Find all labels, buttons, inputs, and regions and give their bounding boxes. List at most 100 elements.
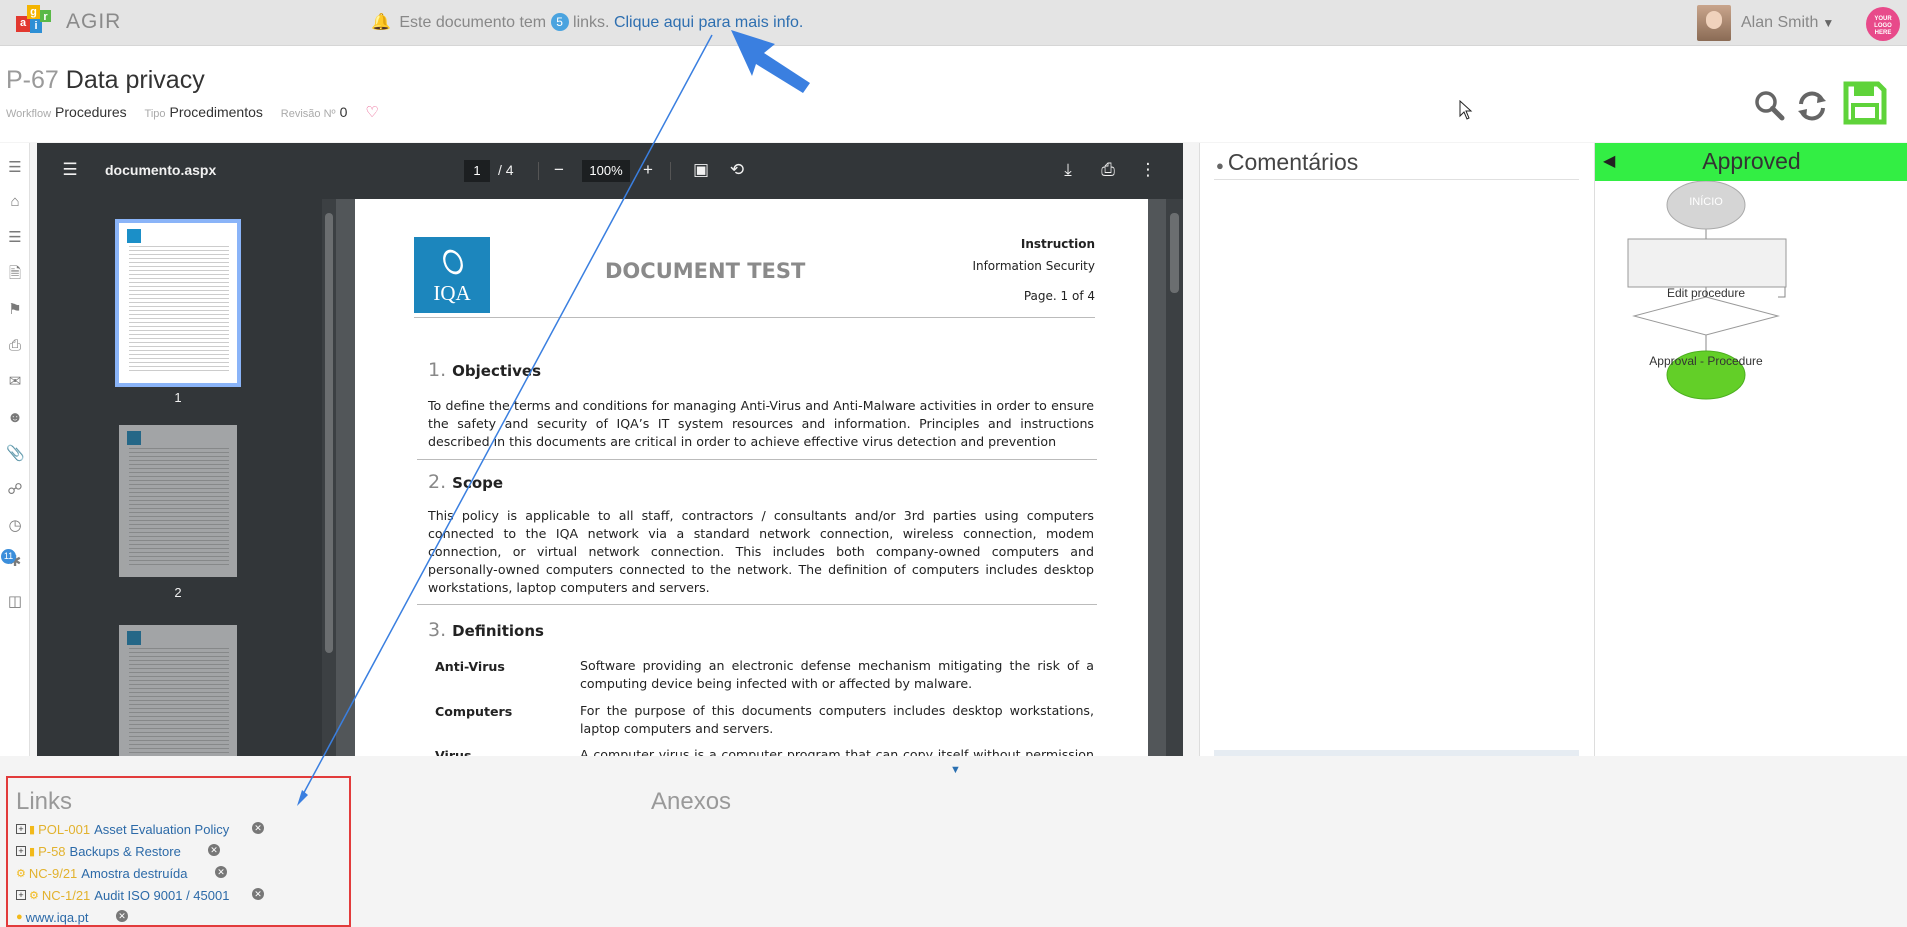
- thumbnail-number: 2: [174, 585, 182, 600]
- pdf-zoom-input[interactable]: 100%: [582, 160, 630, 182]
- notice-text-after: links.: [573, 14, 610, 31]
- definition-text: For the purpose of this documents comput…: [580, 703, 1094, 736]
- document-title: Data privacy: [65, 66, 205, 94]
- comment-icon: ●: [1216, 158, 1224, 173]
- remove-link-icon[interactable]: ✕: [252, 888, 264, 900]
- users-icon[interactable]: ☻: [6, 409, 24, 427]
- link-item[interactable]: + ▮ POL-001 Asset Evaluation Policy: [16, 820, 229, 838]
- home-icon[interactable]: ⌂: [6, 193, 24, 211]
- refresh-icon[interactable]: [1795, 89, 1829, 123]
- workflow-status-header: ◀ Approved: [1595, 143, 1907, 181]
- divider: [414, 317, 1095, 318]
- document-icon[interactable]: 🗎: [6, 265, 24, 283]
- document-code: P-67: [6, 66, 59, 94]
- toolbar-divider: [538, 162, 539, 180]
- workflow-end-label: FIM: [1696, 426, 1716, 438]
- thumbnail-scrollbar[interactable]: [322, 199, 336, 756]
- expand-icon[interactable]: +: [16, 890, 26, 900]
- rotate-icon[interactable]: ⟲: [724, 157, 750, 183]
- definition-text: Software providing an electronic defense…: [580, 658, 1094, 691]
- section-heading: 1. Objectives: [428, 359, 542, 381]
- link-icon[interactable]: ☍: [6, 481, 24, 499]
- remove-link-icon[interactable]: ✕: [116, 910, 128, 922]
- link-item[interactable]: + ⚙ NC-1/21 Audit ISO 9001 / 45001: [16, 886, 229, 904]
- tag-icon[interactable]: ⚑: [6, 301, 24, 319]
- user-menu[interactable]: Alan Smith ▼: [1697, 5, 1834, 41]
- workflow-label: Workflow: [6, 108, 52, 120]
- document-meta: Workflow Procedures Tipo Procedimentos Rev…: [6, 103, 379, 121]
- remove-link-icon[interactable]: ✕: [208, 844, 220, 856]
- document-header: P-67 Data privacy Workflow Procedures Tip…: [0, 46, 1907, 142]
- comments-panel: ● Comentários: [1199, 143, 1594, 756]
- notification-badge: 11: [1, 549, 16, 564]
- definition-term: Anti-Virus: [435, 659, 505, 674]
- comments-title: ● Comentários: [1216, 149, 1359, 175]
- pdf-thumbnails: 1 2: [37, 199, 322, 756]
- workflow-node-approval[interactable]: [1632, 296, 1780, 336]
- pdf-page: IQA DOCUMENT TEST Instruction Informatio…: [355, 199, 1148, 756]
- remove-link-icon[interactable]: ✕: [252, 822, 264, 834]
- workflow-panel: ◀ Approved INÍCIO Edit procedure Approva…: [1594, 143, 1907, 756]
- pdf-menu-icon[interactable]: ☰: [57, 157, 83, 183]
- notice-text-before: Este documento tem: [399, 14, 547, 31]
- expand-icon[interactable]: +: [16, 846, 26, 856]
- link-item[interactable]: ⚙ NC-9/21 Amostra destruída: [16, 864, 188, 882]
- pdf-page-input[interactable]: 1: [464, 160, 490, 182]
- top-bar: a g i r AGIR 🔔 Este documento tem 5 link…: [0, 0, 1907, 46]
- web-icon: ●: [16, 911, 23, 923]
- print-icon[interactable]: ⎙: [6, 337, 24, 355]
- pdf-page-count: Page. 1 of 4: [1023, 289, 1095, 303]
- user-avatar[interactable]: [1697, 5, 1731, 41]
- thumbnail-page-3[interactable]: [119, 625, 237, 756]
- workflow-start-label: INÍCIO: [1689, 196, 1723, 208]
- workflow-edit-label: Edit procedure: [1666, 286, 1746, 300]
- more-info-link[interactable]: Clique aqui para mais info.: [614, 14, 803, 31]
- remove-link-icon[interactable]: ✕: [215, 866, 227, 878]
- chevron-down-icon[interactable]: ▼: [1822, 16, 1834, 30]
- thumbnail-page-2[interactable]: [119, 425, 237, 577]
- thumbnail-number: 1: [174, 390, 182, 405]
- workflow-status: Approved: [1702, 148, 1801, 174]
- user-name[interactable]: Alan Smith: [1741, 14, 1818, 32]
- zoom-in-icon[interactable]: +: [635, 157, 661, 183]
- collapse-down-icon[interactable]: ▼: [950, 764, 961, 776]
- list-icon[interactable]: ☰: [6, 229, 24, 247]
- pdf-filename: documento.aspx: [105, 162, 217, 178]
- fit-page-icon[interactable]: ▣: [688, 157, 714, 183]
- iqa-logo-text: IQA: [433, 281, 471, 305]
- menu-icon[interactable]: ☰: [6, 159, 24, 177]
- section-heading: 3. Definitions: [428, 619, 544, 641]
- zoom-out-icon[interactable]: −: [546, 157, 572, 183]
- print-icon[interactable]: ⎙: [1095, 157, 1121, 183]
- thumbnail-page-1[interactable]: [115, 219, 241, 387]
- company-logo: YOUR LOGO HERE: [1866, 7, 1900, 41]
- favorite-heart-icon[interactable]: ♡: [365, 104, 378, 121]
- more-options-icon[interactable]: ⋮: [1135, 157, 1161, 183]
- revisao-label: Revisão Nº: [280, 108, 336, 120]
- download-icon[interactable]: ⤓: [1055, 157, 1081, 183]
- link-item[interactable]: ● www.iqa.pt: [16, 908, 89, 926]
- link-item[interactable]: + ▮ P-58 Backups & Restore: [16, 842, 181, 860]
- tipo-label: Tipo: [144, 108, 166, 120]
- mouse-cursor-icon: [1459, 100, 1473, 120]
- attachment-icon[interactable]: 📎: [6, 445, 25, 463]
- pdf-scrollbar[interactable]: [1166, 199, 1183, 756]
- agir-logo[interactable]: a g i r: [16, 5, 52, 39]
- nonconformity-icon: ⚙: [29, 889, 39, 902]
- archive-icon[interactable]: ◫: [6, 593, 24, 611]
- toolbar-divider: [670, 162, 671, 180]
- mail-icon[interactable]: ✉: [6, 373, 24, 391]
- anexos-title: Anexos: [651, 788, 732, 815]
- pdf-viewer: ☰ documento.aspx 1 / 4 − 100% + ▣ ⟲ ⤓ ⎙ …: [37, 143, 1183, 756]
- section-heading: 2. Scope: [428, 471, 504, 493]
- definition-term: Computers: [435, 704, 513, 719]
- pdf-doc-type: Instruction: [1020, 237, 1095, 251]
- section-text: This policy is applicable to all staff, …: [428, 508, 1094, 595]
- workflow-node-edit[interactable]: [1627, 238, 1787, 288]
- save-icon[interactable]: [1843, 81, 1887, 125]
- workflow-approval-label: Approval - Procedure: [1649, 354, 1763, 368]
- workflow-value: Procedures: [55, 104, 127, 120]
- expand-icon[interactable]: +: [16, 824, 26, 834]
- search-icon[interactable]: [1753, 89, 1785, 121]
- history-icon[interactable]: ◷: [6, 517, 24, 535]
